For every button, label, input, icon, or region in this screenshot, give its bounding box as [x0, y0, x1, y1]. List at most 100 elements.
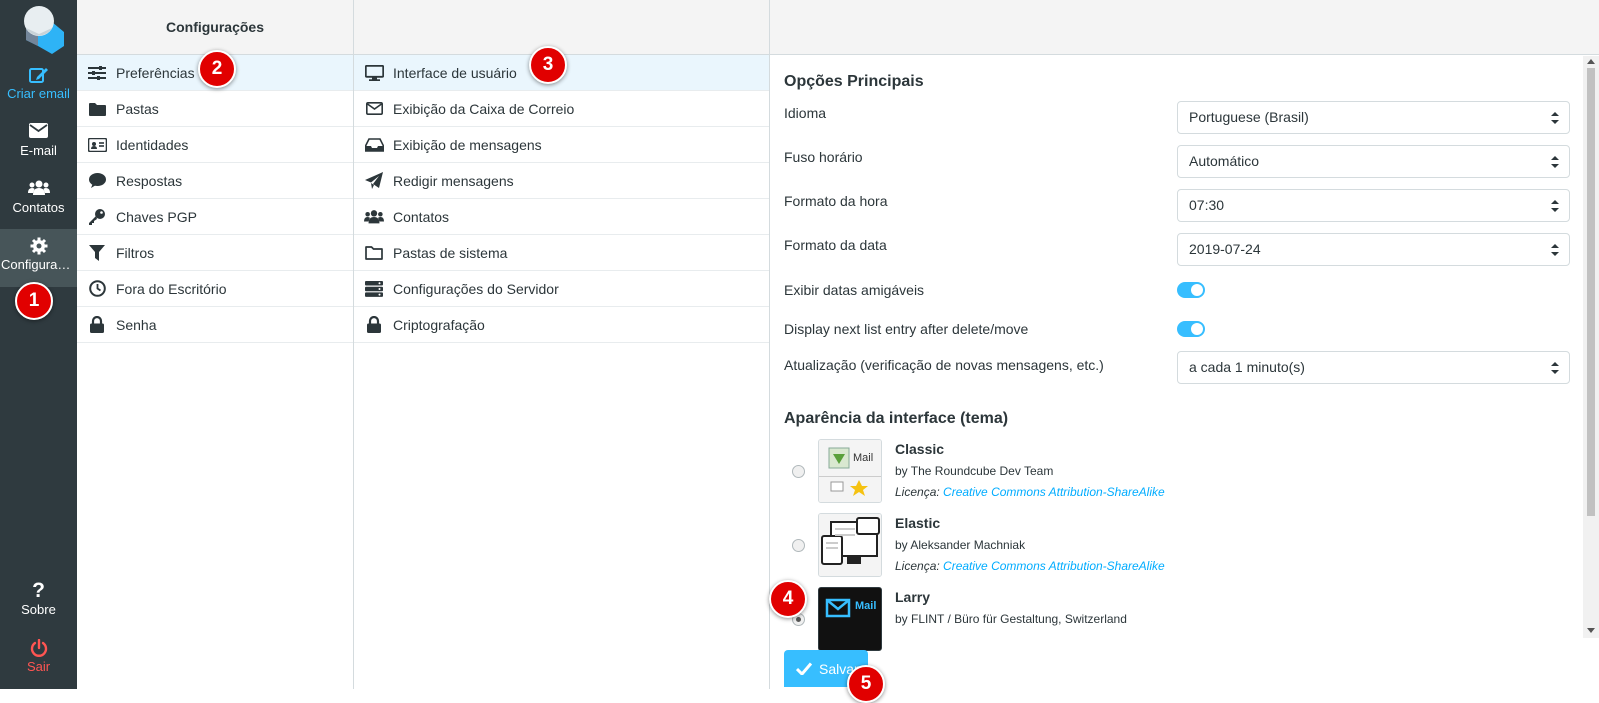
step-marker: 2 — [198, 50, 236, 88]
settings-item-pgp-keys[interactable]: Chaves PGP — [77, 199, 353, 235]
skin-name: Larry — [895, 589, 931, 605]
preferences-content: Opções Principais Idioma Portuguese (Bra… — [770, 0, 1599, 689]
display-next-row: Display next list entry after delete/mov… — [784, 317, 1569, 351]
timezone-select[interactable]: Automático — [1177, 145, 1570, 178]
time-format-select[interactable]: 07:30 — [1177, 189, 1570, 222]
display-next-toggle[interactable] — [1177, 321, 1205, 337]
language-row: Idioma Portuguese (Brasil) — [784, 101, 1570, 135]
pretty-dates-toggle[interactable] — [1177, 282, 1205, 298]
step-marker: 1 — [15, 282, 53, 320]
classic-thumb-text: Mail — [853, 452, 874, 464]
key-icon — [87, 207, 107, 227]
section-item-mailbox-view[interactable]: Exibição da Caixa de Correio — [354, 91, 769, 127]
settings-list-panel: Configurações Preferências Pastas Identi… — [77, 0, 354, 689]
id-card-icon — [87, 135, 107, 155]
language-value: Portuguese (Brasil) — [1189, 109, 1309, 125]
scroll-up-icon[interactable] — [1587, 59, 1595, 64]
users-icon — [0, 172, 77, 198]
settings-button[interactable]: Configurações — [0, 229, 77, 287]
time-format-row: Formato da hora 07:30 — [784, 189, 1570, 223]
checkmark-icon — [796, 662, 812, 675]
skin-classic[interactable]: Mail Classic by The Roundcube Dev Team L… — [784, 439, 1569, 513]
step-marker: 4 — [769, 580, 807, 618]
sections-panel-header — [354, 0, 769, 55]
users-icon — [364, 207, 384, 227]
section-item-message-view[interactable]: Exibição de mensagens — [354, 127, 769, 163]
skin-license: Licença: Creative Commons Attribution-Sh… — [895, 485, 1165, 499]
section-item-compose[interactable]: Redigir mensagens — [354, 163, 769, 199]
skin-classic-radio[interactable] — [792, 465, 805, 478]
license-label: Licença: — [895, 485, 940, 499]
settings-item-password[interactable]: Senha — [77, 307, 353, 343]
section-item-label: Pastas de sistema — [393, 244, 508, 261]
mail-button[interactable]: E-mail — [0, 115, 77, 173]
skin-author: by Aleksander Machniak — [895, 538, 1026, 552]
skin-larry[interactable]: Mail Larry by FLINT / Büro für Gestaltun… — [784, 587, 1569, 661]
display-next-label: Display next list entry after delete/mov… — [784, 321, 1029, 337]
skin-elastic[interactable]: Elastic by Aleksander Machniak Licença: … — [784, 513, 1569, 587]
logout-button[interactable]: Sair — [0, 631, 77, 689]
section-item-server-settings[interactable]: Configurações do Servidor — [354, 271, 769, 307]
section-item-label: Configurações do Servidor — [393, 280, 559, 297]
roundcube-logo[interactable] — [12, 4, 66, 54]
monitor-icon — [364, 63, 384, 83]
select-arrows-icon — [1551, 200, 1559, 212]
mail-label: E-mail — [20, 143, 57, 158]
section-item-label: Contatos — [393, 208, 450, 225]
settings-item-label: Chaves PGP — [116, 208, 197, 225]
settings-item-responses[interactable]: Respostas — [77, 163, 353, 199]
larry-thumb-text: Mail — [855, 600, 877, 612]
step-marker: 5 — [847, 665, 885, 703]
license-label: Licença: — [895, 559, 940, 573]
settings-panel-title: Configurações — [77, 0, 353, 55]
skin-elastic-radio[interactable] — [792, 539, 805, 552]
settings-item-identities[interactable]: Identidades — [77, 127, 353, 163]
comment-icon — [87, 171, 107, 191]
skin-name: Elastic — [895, 515, 941, 531]
settings-label: Configurações — [1, 257, 77, 272]
contacts-label: Contatos — [12, 200, 65, 215]
settings-item-out-of-office[interactable]: Fora do Escritório — [77, 271, 353, 307]
elastic-thumbnail — [818, 513, 882, 577]
about-button[interactable]: ? Sobre — [0, 574, 77, 632]
compose-button[interactable]: Criar email — [0, 58, 77, 116]
envelope-icon — [0, 115, 77, 141]
language-select[interactable]: Portuguese (Brasil) — [1177, 101, 1570, 134]
scroll-down-icon[interactable] — [1587, 628, 1595, 633]
settings-item-label: Fora do Escritório — [116, 280, 227, 297]
folder-outline-icon — [364, 243, 384, 263]
paper-plane-icon — [364, 171, 384, 191]
refresh-label: Atualização (verificação de novas mensag… — [784, 357, 1104, 373]
server-icon — [364, 279, 384, 299]
section-item-label: Exibição da Caixa de Correio — [393, 100, 575, 117]
contacts-button[interactable]: Contatos — [0, 172, 77, 230]
section-item-special-folders[interactable]: Pastas de sistema — [354, 235, 769, 271]
date-format-value: 2019-07-24 — [1189, 241, 1261, 257]
section-item-contacts[interactable]: Contatos — [354, 199, 769, 235]
inbox-icon — [364, 135, 384, 155]
skin-license: Licença: Creative Commons Attribution-Sh… — [895, 559, 1165, 573]
envelope-outline-icon — [364, 99, 384, 119]
section-item-label: Redigir mensagens — [393, 172, 514, 189]
sliders-icon — [87, 63, 107, 83]
refresh-select[interactable]: a cada 1 minuto(s) — [1177, 351, 1570, 384]
app-rail: Criar email E-mail Contatos Configuraçõe… — [0, 0, 77, 689]
settings-item-filters[interactable]: Filtros — [77, 235, 353, 271]
settings-item-label: Respostas — [116, 172, 183, 189]
date-format-row: Formato da data 2019-07-24 — [784, 233, 1570, 267]
settings-item-label: Senha — [116, 316, 157, 333]
main-options-title: Opções Principais — [784, 73, 924, 90]
content-scrollbar[interactable] — [1583, 56, 1599, 638]
lock-icon — [87, 315, 107, 335]
license-link[interactable]: Creative Commons Attribution-ShareAlike — [943, 485, 1165, 499]
license-link[interactable]: Creative Commons Attribution-ShareAlike — [943, 559, 1165, 573]
date-format-select[interactable]: 2019-07-24 — [1177, 233, 1570, 266]
settings-item-folders[interactable]: Pastas — [77, 91, 353, 127]
step-marker: 3 — [529, 46, 567, 84]
gear-icon — [0, 229, 77, 255]
scroll-thumb[interactable] — [1587, 68, 1595, 516]
language-label: Idioma — [784, 105, 827, 121]
refresh-value: a cada 1 minuto(s) — [1189, 359, 1305, 375]
section-item-label: Interface de usuário — [393, 64, 517, 81]
section-item-encryption[interactable]: Criptografação — [354, 307, 769, 343]
